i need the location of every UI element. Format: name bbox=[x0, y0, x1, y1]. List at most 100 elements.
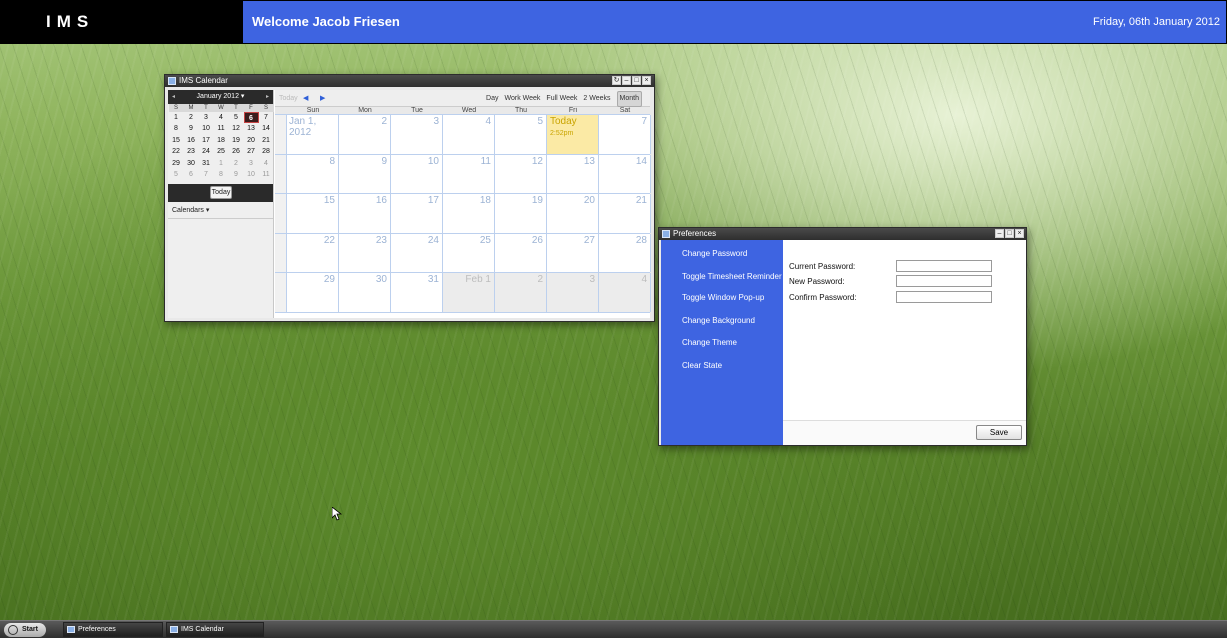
mini-day[interactable]: 12 bbox=[229, 123, 244, 134]
mini-day[interactable]: 15 bbox=[169, 135, 184, 146]
day-cell[interactable]: 7 bbox=[599, 115, 651, 154]
preferences-window[interactable]: Preferences – □ × Change Password Toggle… bbox=[658, 227, 1027, 446]
mini-day[interactable]: 7 bbox=[259, 112, 274, 123]
day-cell[interactable]: 3 bbox=[547, 273, 599, 312]
mini-day[interactable]: 25 bbox=[214, 146, 229, 157]
mini-day[interactable]: 19 bbox=[229, 135, 244, 146]
mini-day[interactable]: 23 bbox=[184, 146, 199, 157]
day-cell[interactable]: 26 bbox=[495, 233, 547, 273]
mini-day[interactable]: 28 bbox=[259, 146, 274, 157]
day-cell[interactable]: 31 bbox=[391, 273, 443, 312]
mini-day[interactable]: 16 bbox=[184, 135, 199, 146]
day-cell[interactable]: 3 bbox=[391, 115, 443, 154]
mini-day[interactable]: 1 bbox=[214, 158, 229, 169]
mini-day[interactable]: 21 bbox=[259, 135, 274, 146]
maximize-icon[interactable]: □ bbox=[632, 76, 641, 85]
mini-day[interactable]: 8 bbox=[169, 123, 184, 134]
day-cell[interactable]: 15 bbox=[287, 194, 339, 233]
next-period-icon[interactable]: ▶ bbox=[320, 90, 325, 107]
mini-day[interactable]: 7 bbox=[199, 169, 214, 180]
calendar-window-titlebar[interactable]: IMS Calendar ↻ – □ × bbox=[165, 75, 654, 87]
minimize-icon[interactable]: – bbox=[622, 76, 631, 85]
mini-day[interactable]: 5 bbox=[229, 112, 244, 123]
menu-change-theme[interactable]: Change Theme bbox=[682, 338, 737, 347]
mini-month-selector[interactable]: January 2012 ▾ bbox=[197, 93, 245, 100]
day-cell[interactable]: 14 bbox=[599, 154, 651, 194]
start-button[interactable]: Start bbox=[4, 623, 46, 637]
menu-toggle-window-popup[interactable]: Toggle Window Pop-up bbox=[682, 293, 764, 302]
mini-day[interactable]: 31 bbox=[199, 158, 214, 169]
mini-today-button[interactable]: Today bbox=[210, 186, 232, 200]
mini-day[interactable]: 4 bbox=[214, 112, 229, 123]
mini-day[interactable]: 22 bbox=[169, 146, 184, 157]
today-cell[interactable]: Today 2:52pm bbox=[547, 115, 599, 154]
mini-day[interactable]: 3 bbox=[199, 112, 214, 123]
mini-day[interactable]: 13 bbox=[244, 123, 259, 134]
preferences-window-titlebar[interactable]: Preferences – □ × bbox=[659, 228, 1026, 240]
mini-day[interactable]: 30 bbox=[184, 158, 199, 169]
day-cell[interactable]: 13 bbox=[547, 154, 599, 194]
task-ims-calendar[interactable]: IMS Calendar bbox=[166, 622, 264, 637]
day-cell[interactable]: 16 bbox=[339, 194, 391, 233]
view-full-week-button[interactable]: Full Week bbox=[546, 90, 577, 107]
day-cell[interactable]: 19 bbox=[495, 194, 547, 233]
day-cell[interactable]: Feb 1 bbox=[443, 273, 495, 312]
day-cell[interactable]: 2 bbox=[495, 273, 547, 312]
mini-day[interactable]: 9 bbox=[184, 123, 199, 134]
view-2-weeks-button[interactable]: 2 Weeks bbox=[583, 90, 610, 107]
view-month-button[interactable]: Month bbox=[616, 91, 642, 107]
mini-day[interactable]: 26 bbox=[229, 146, 244, 157]
mini-day[interactable]: 8 bbox=[214, 169, 229, 180]
menu-change-password[interactable]: Change Password bbox=[682, 249, 747, 258]
minimize-icon[interactable]: – bbox=[995, 229, 1004, 238]
mini-prev-month-icon[interactable]: ◂ bbox=[172, 90, 175, 104]
mini-day[interactable]: 2 bbox=[184, 112, 199, 123]
view-work-week-button[interactable]: Work Week bbox=[505, 90, 541, 107]
mini-day[interactable]: 5 bbox=[169, 169, 184, 180]
day-cell[interactable]: 24 bbox=[391, 233, 443, 273]
mini-day[interactable]: 6 bbox=[184, 169, 199, 180]
day-cell[interactable]: 18 bbox=[443, 194, 495, 233]
toolbar-today-button[interactable]: Today bbox=[279, 90, 298, 107]
mini-day[interactable]: 29 bbox=[169, 158, 184, 169]
mini-day[interactable]: 27 bbox=[244, 146, 259, 157]
menu-toggle-timesheet-reminder[interactable]: Toggle Timesheet Reminder bbox=[682, 272, 782, 281]
day-cell[interactable]: 21 bbox=[599, 194, 651, 233]
day-cell[interactable]: 11 bbox=[443, 154, 495, 194]
mini-day[interactable]: 24 bbox=[199, 146, 214, 157]
close-icon[interactable]: × bbox=[1015, 229, 1024, 238]
mini-day[interactable]: 10 bbox=[244, 169, 259, 180]
mini-day[interactable]: 20 bbox=[244, 135, 259, 146]
mini-day[interactable]: 14 bbox=[259, 123, 274, 134]
mini-day[interactable]: 1 bbox=[169, 112, 184, 123]
day-cell[interactable]: 10 bbox=[391, 154, 443, 194]
mini-day[interactable]: 4 bbox=[259, 158, 274, 169]
mini-day[interactable]: 11 bbox=[214, 123, 229, 134]
calendar-window[interactable]: IMS Calendar ↻ – □ × ◂ January 2012 ▾ ▸ … bbox=[164, 74, 655, 322]
day-cell[interactable]: 30 bbox=[339, 273, 391, 312]
day-cell[interactable]: 4 bbox=[599, 273, 651, 312]
day-cell[interactable]: 5 bbox=[495, 115, 547, 154]
mini-day[interactable]: 2 bbox=[229, 158, 244, 169]
mini-day[interactable]: 10 bbox=[199, 123, 214, 134]
close-icon[interactable]: × bbox=[642, 76, 651, 85]
mini-day[interactable]: 3 bbox=[244, 158, 259, 169]
day-cell[interactable]: 23 bbox=[339, 233, 391, 273]
confirm-password-field[interactable] bbox=[896, 291, 992, 303]
maximize-icon[interactable]: □ bbox=[1005, 229, 1014, 238]
current-password-field[interactable] bbox=[896, 260, 992, 272]
mini-day[interactable]: 9 bbox=[229, 169, 244, 180]
refresh-icon[interactable]: ↻ bbox=[612, 76, 621, 85]
day-cell[interactable]: 25 bbox=[443, 233, 495, 273]
day-cell[interactable]: 2 bbox=[339, 115, 391, 154]
day-cell[interactable]: 20 bbox=[547, 194, 599, 233]
menu-clear-state[interactable]: Clear State bbox=[682, 361, 722, 370]
task-preferences[interactable]: Preferences bbox=[63, 622, 163, 637]
day-cell[interactable]: 17 bbox=[391, 194, 443, 233]
day-cell[interactable]: 8 bbox=[287, 154, 339, 194]
new-password-field[interactable] bbox=[896, 275, 992, 287]
day-cell[interactable]: 4 bbox=[443, 115, 495, 154]
day-cell[interactable]: 9 bbox=[339, 154, 391, 194]
mini-day[interactable]: 18 bbox=[214, 135, 229, 146]
day-cell[interactable]: 22 bbox=[287, 233, 339, 273]
